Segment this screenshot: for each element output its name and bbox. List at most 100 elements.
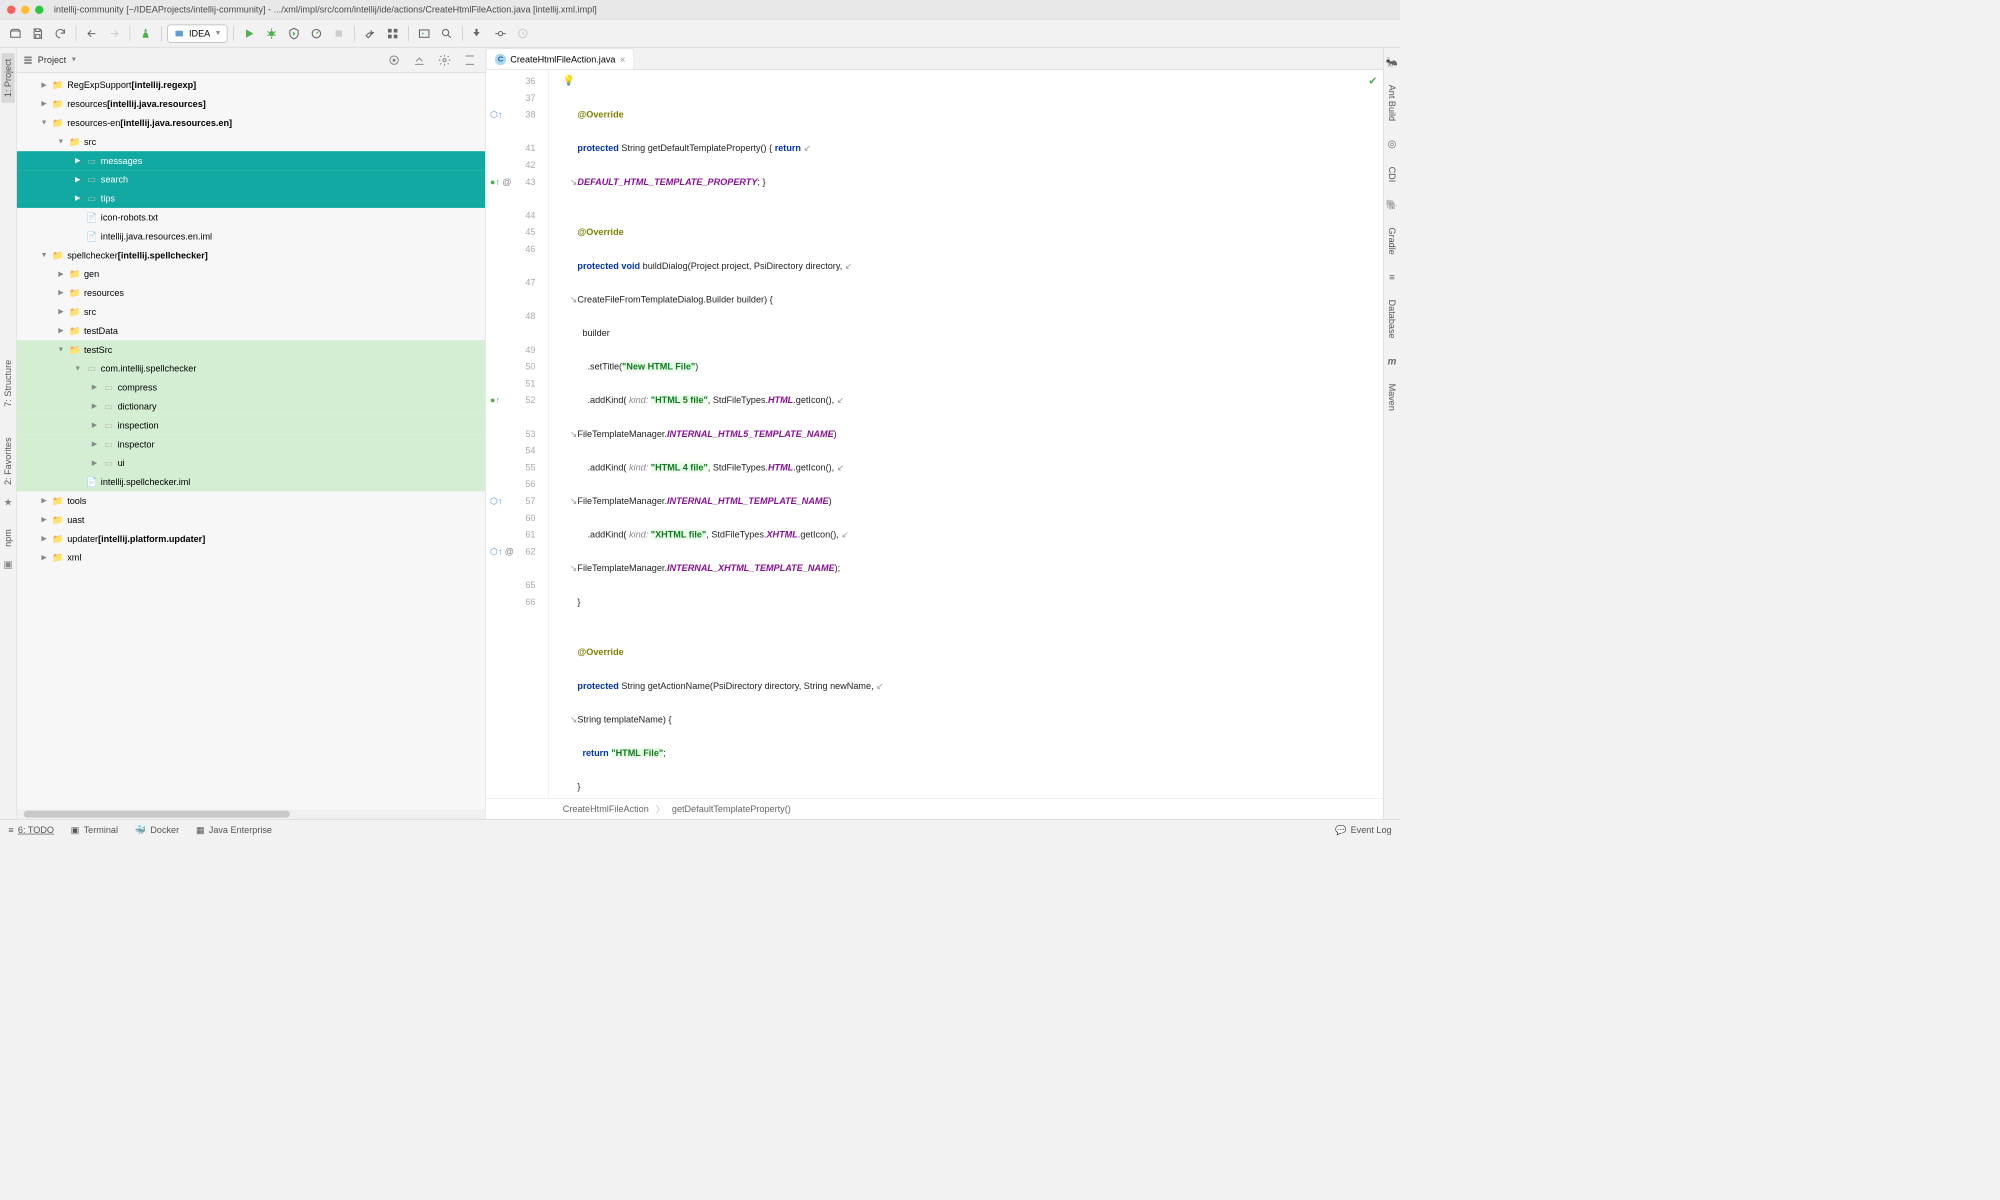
mod-icon: 📁 <box>52 532 65 545</box>
mod-icon: 📁 <box>52 98 65 111</box>
tool-maven-button[interactable]: Maven <box>1385 378 1398 417</box>
src-icon: 📁 <box>69 306 82 319</box>
locate-icon[interactable] <box>384 50 404 70</box>
gear-icon[interactable] <box>435 50 455 70</box>
collapse-icon[interactable] <box>410 50 430 70</box>
crumb-class[interactable]: CreateHtmlFileAction <box>563 804 649 815</box>
tool-gradle-button[interactable]: Gradle <box>1385 222 1398 261</box>
window-controls <box>7 5 43 13</box>
coverage-icon[interactable] <box>284 23 304 43</box>
tool-npm-button[interactable]: npm <box>1 524 14 553</box>
run-anything-icon[interactable] <box>415 23 435 43</box>
tree-node-tips[interactable]: ▶▭tips <box>17 189 485 208</box>
gradle-icon: 🐘 <box>1383 196 1400 214</box>
tool-favorites-button[interactable]: 2: Favorites <box>1 432 14 491</box>
code-content[interactable]: @Override protected String getDefaultTem… <box>549 70 1383 798</box>
test-icon: 📁 <box>69 343 82 356</box>
minimize-window-icon[interactable] <box>21 5 29 13</box>
crumb-method[interactable]: getDefaultTemplateProperty() <box>672 804 791 815</box>
status-java-ee[interactable]: ▦Java Enterprise <box>196 824 272 835</box>
open-icon[interactable] <box>6 23 26 43</box>
debug-icon[interactable] <box>262 23 282 43</box>
search-icon[interactable] <box>437 23 457 43</box>
file-icon: 📄 <box>85 211 98 224</box>
tree-node-gen[interactable]: ▶📁gen <box>17 265 485 284</box>
close-window-icon[interactable] <box>7 5 15 13</box>
mod-icon: 📁 <box>52 117 65 130</box>
status-docker[interactable]: 🐳Docker <box>135 824 179 835</box>
vcs-commit-icon[interactable] <box>491 23 511 43</box>
editor-area: C CreateHtmlFileAction.java × 💡 ✔ 363738… <box>486 48 1383 819</box>
run-config-select[interactable]: IDEA ▼ <box>167 24 227 42</box>
tool-cdi-button[interactable]: CDI <box>1385 161 1398 188</box>
tree-node-src[interactable]: ▶📁src <box>17 302 485 321</box>
tree-node-ui[interactable]: ▶▭ui <box>17 454 485 473</box>
tree-node-messages[interactable]: ▶▭messages <box>17 151 485 170</box>
tree-node-tools[interactable]: ▶📁tools <box>17 491 485 510</box>
tree-node-inspection[interactable]: ▶▭inspection <box>17 416 485 435</box>
tool-database-button[interactable]: Database <box>1385 294 1398 344</box>
tool-structure-button[interactable]: 7: Structure <box>1 354 14 412</box>
tree-node-resources[interactable]: ▶📁resources [intellij.java.resources] <box>17 95 485 114</box>
tool-project-button[interactable]: 1: Project <box>1 53 14 103</box>
project-panel-title[interactable]: Project ▼ <box>22 54 384 65</box>
chevron-right-icon: 〉 <box>656 802 665 815</box>
refresh-icon[interactable] <box>50 23 70 43</box>
project-tree[interactable]: ▶📁RegExpSupport [intellij.regexp]▶📁resou… <box>17 73 485 809</box>
tree-node-src[interactable]: ▼📁src <box>17 132 485 151</box>
profile-icon[interactable] <box>307 23 327 43</box>
project-tool-window: Project ▼ ▶📁RegExpSupport [intellij.rege… <box>17 48 486 819</box>
pkg-icon: ▭ <box>85 362 98 375</box>
npm-icon: ▣ <box>1 556 16 574</box>
cdi-icon: ◎ <box>1385 135 1399 153</box>
tree-node-resources[interactable]: ▶📁resources <box>17 284 485 303</box>
hide-icon[interactable] <box>460 50 480 70</box>
project-structure-icon[interactable] <box>383 23 403 43</box>
tree-node-testdata[interactable]: ▶📁testData <box>17 321 485 340</box>
stop-icon[interactable] <box>329 23 349 43</box>
tab-create-html-file-action[interactable]: C CreateHtmlFileAction.java × <box>486 48 635 69</box>
save-icon[interactable] <box>28 23 48 43</box>
editor-gutter[interactable]: 363738⬡↑414243●↑ @444546474849505152●↑53… <box>486 70 549 798</box>
pkg-icon: ▭ <box>102 438 115 451</box>
tree-node-resources-en[interactable]: ▼📁resources-en [intellij.java.resources.… <box>17 113 485 132</box>
maximize-window-icon[interactable] <box>35 5 43 13</box>
vcs-update-icon[interactable] <box>468 23 488 43</box>
tree-node-com-intellij-spellchecker[interactable]: ▼▭com.intellij.spellchecker <box>17 359 485 378</box>
close-tab-icon[interactable]: × <box>620 54 626 65</box>
pkg-icon: ▭ <box>102 400 115 413</box>
tree-node-inspector[interactable]: ▶▭inspector <box>17 435 485 454</box>
status-todo[interactable]: ≡6: TODO <box>8 825 54 836</box>
code-editor[interactable]: 💡 ✔ 363738⬡↑414243●↑ @444546474849505152… <box>486 70 1383 798</box>
main-toolbar: IDEA ▼ <box>0 20 1400 48</box>
status-terminal[interactable]: ▣Terminal <box>71 824 118 835</box>
tree-node-uast[interactable]: ▶📁uast <box>17 510 485 529</box>
status-event-log[interactable]: 💬Event Log <box>1335 824 1392 835</box>
tree-node-search[interactable]: ▶▭search <box>17 170 485 189</box>
tree-node-dictionary[interactable]: ▶▭dictionary <box>17 397 485 416</box>
tree-node-testsrc[interactable]: ▼📁testSrc <box>17 340 485 359</box>
tree-node-regexpsupport[interactable]: ▶📁RegExpSupport [intellij.regexp] <box>17 76 485 95</box>
java-class-icon: C <box>495 54 506 65</box>
forward-icon[interactable] <box>104 23 124 43</box>
pkg-icon: ▭ <box>85 154 98 167</box>
wrench-icon[interactable] <box>361 23 381 43</box>
build-icon[interactable] <box>136 23 156 43</box>
tool-ant-button[interactable]: Ant Build <box>1385 79 1398 127</box>
pkg-icon: ▭ <box>102 381 115 394</box>
intention-bulb-icon[interactable]: 💡 <box>563 74 575 86</box>
breadcrumbs[interactable]: CreateHtmlFileAction 〉 getDefaultTemplat… <box>486 798 1383 819</box>
tree-node-intellij-java-resources-en-iml[interactable]: 📄intellij.java.resources.en.iml <box>17 227 485 246</box>
tree-node-icon-robots-txt[interactable]: 📄icon-robots.txt <box>17 208 485 227</box>
vcs-history-icon[interactable] <box>513 23 533 43</box>
horizontal-scrollbar[interactable] <box>17 809 485 819</box>
tree-node-spellchecker[interactable]: ▼📁spellchecker [intellij.spellchecker] <box>17 246 485 265</box>
fld-icon: 📁 <box>52 513 65 526</box>
tree-node-intellij-spellchecker-iml[interactable]: 📄intellij.spellchecker.iml <box>17 473 485 492</box>
tree-node-compress[interactable]: ▶▭compress <box>17 378 485 397</box>
tree-node-xml[interactable]: ▶📁xml <box>17 548 485 567</box>
run-icon[interactable] <box>240 23 260 43</box>
title-bar: intellij-community [~/IDEAProjects/intel… <box>0 0 1400 20</box>
back-icon[interactable] <box>82 23 102 43</box>
tree-node-updater[interactable]: ▶📁updater [intellij.platform.updater] <box>17 529 485 548</box>
